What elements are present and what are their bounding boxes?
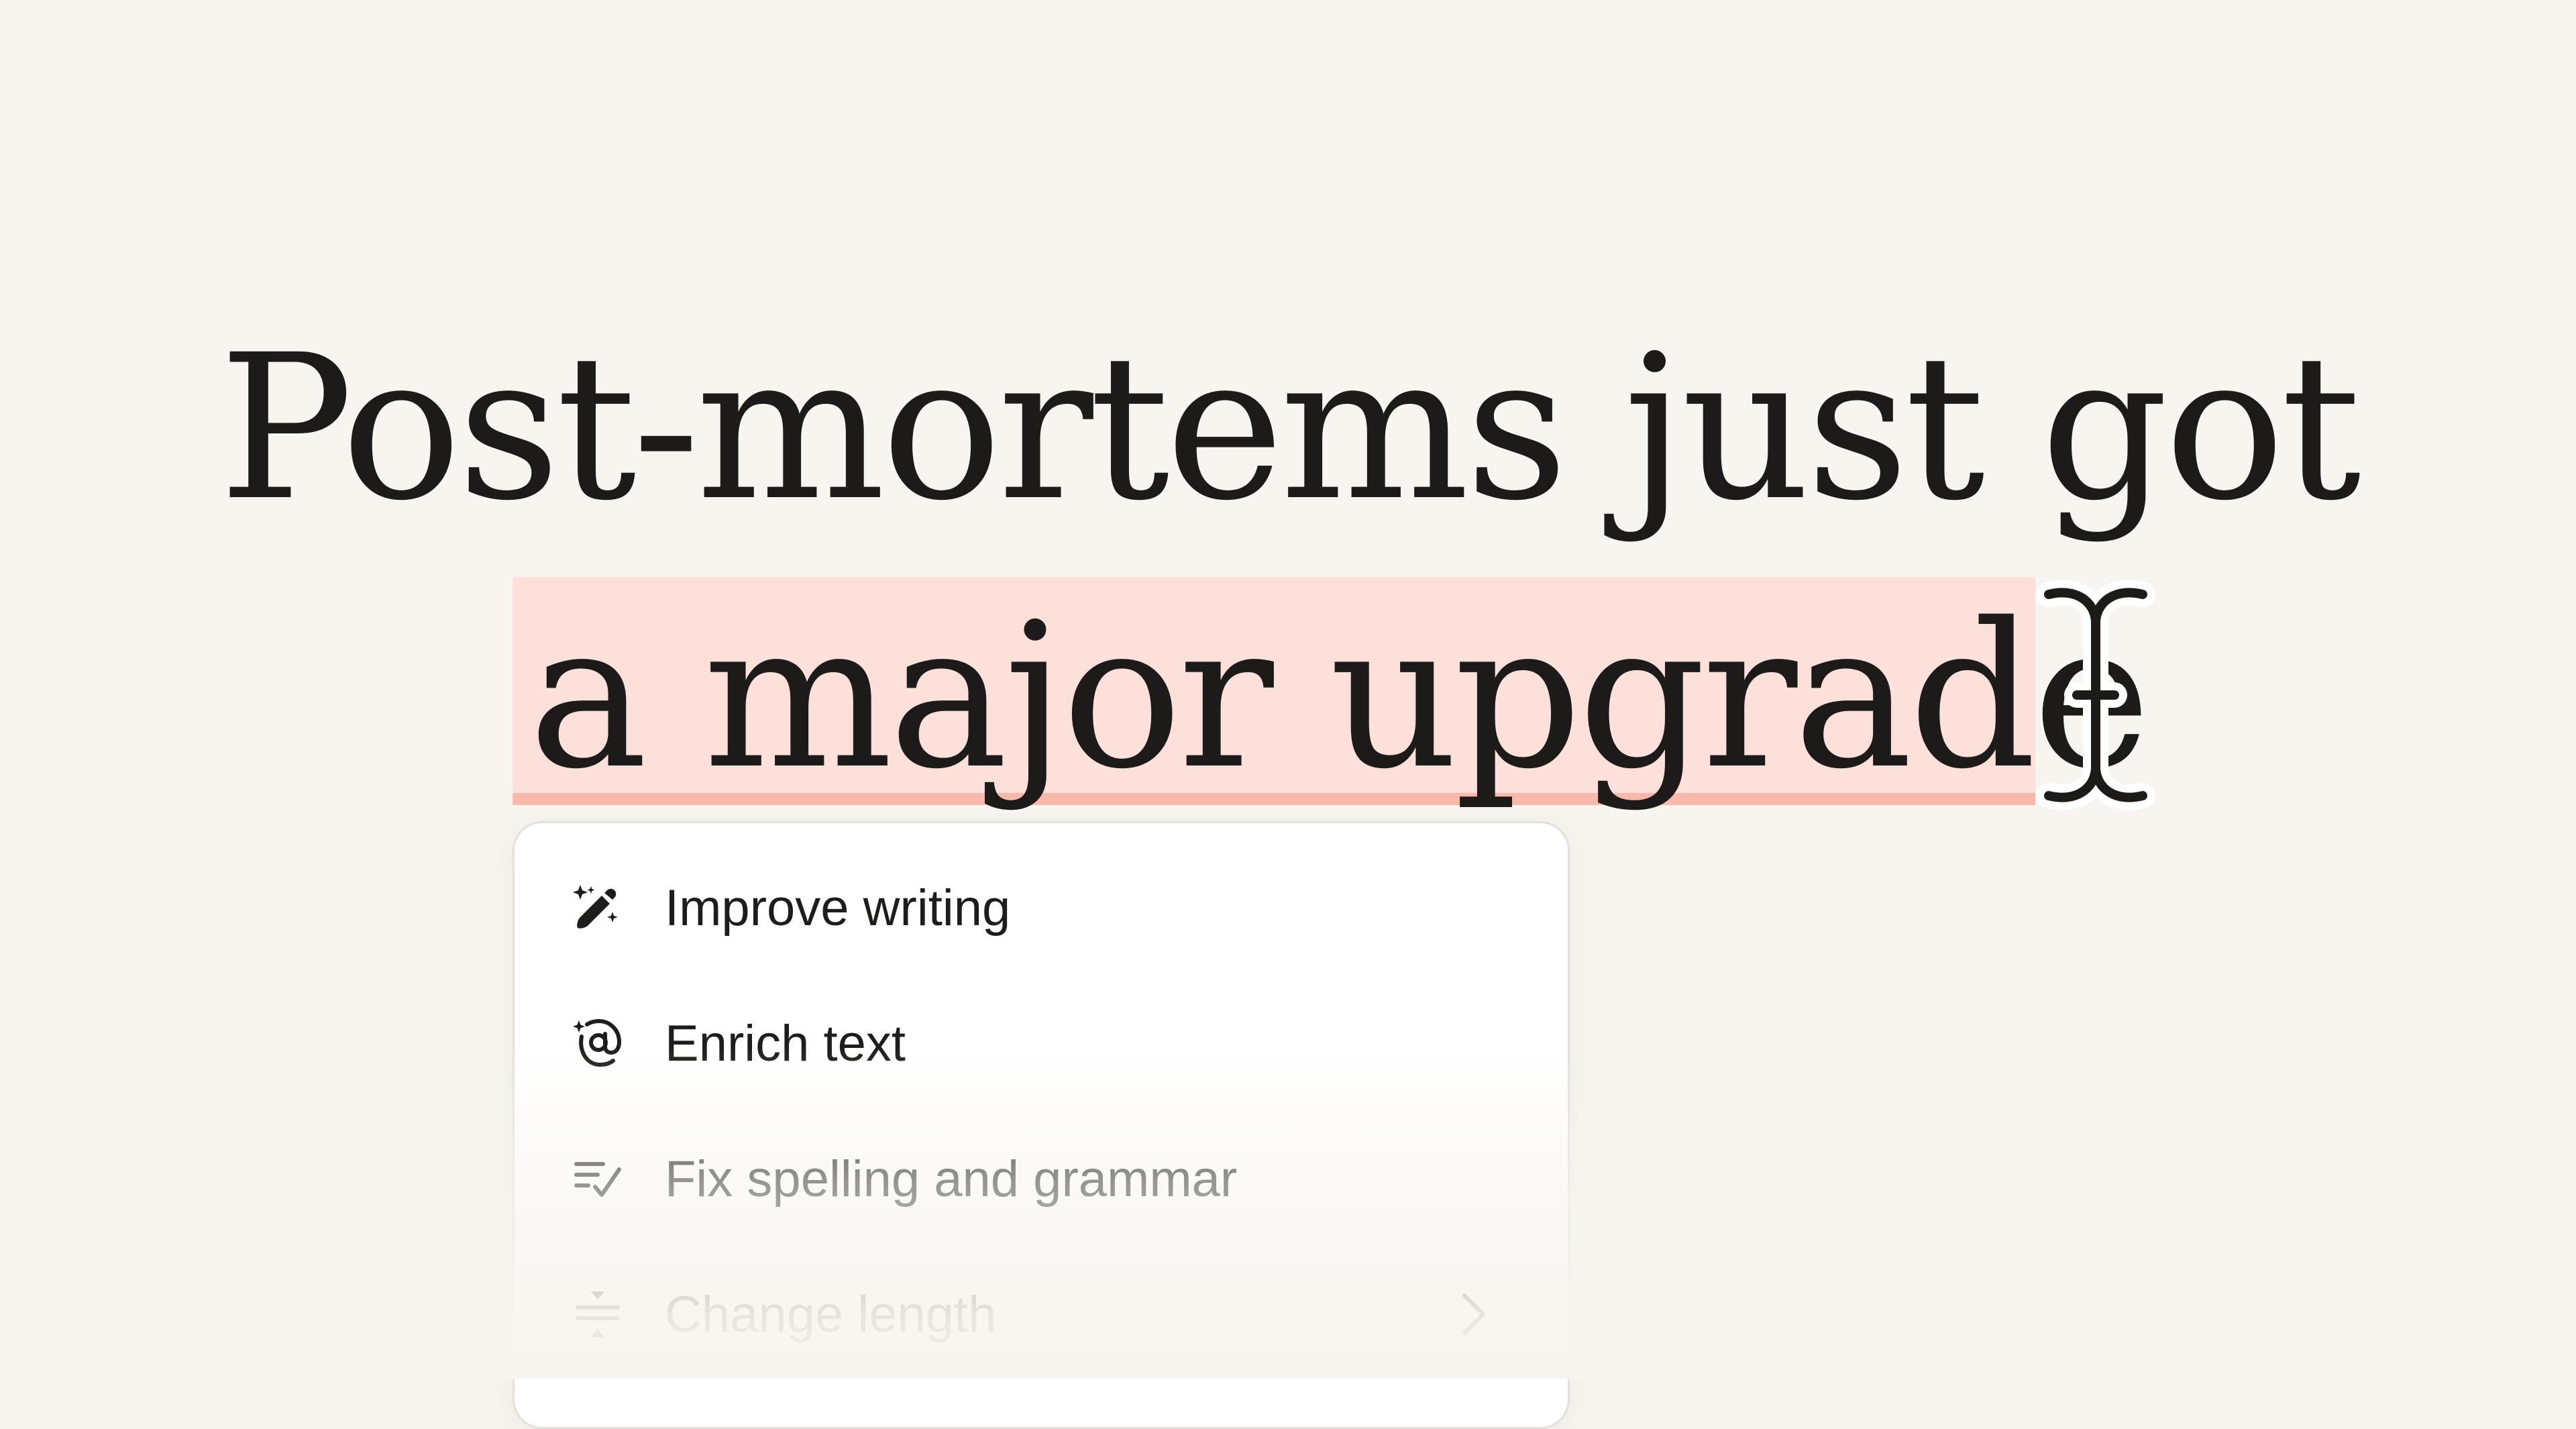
menu-item-label: Change length — [665, 1285, 997, 1343]
ai-actions-menu: Improve writing Enrich text Fix spelling… — [513, 821, 1570, 1429]
menu-item-improve-writing[interactable]: Improve writing — [515, 841, 1568, 975]
headline-line-2-selected[interactable]: a major upgrade — [513, 597, 2151, 797]
adjust-length-icon — [576, 1291, 620, 1337]
menu-item-label: Improve writing — [665, 879, 1011, 937]
headline-line-1: Post-mortems just got — [219, 312, 2361, 545]
menu-item-label: Enrich text — [665, 1014, 906, 1072]
sparkle-at-icon — [573, 1018, 622, 1067]
menu-item-label: Fix spelling and grammar — [665, 1150, 1238, 1208]
list-check-icon — [574, 1162, 621, 1197]
magic-pen-icon — [573, 885, 618, 929]
text-cursor-icon — [2036, 580, 2155, 810]
menu-item-change-length[interactable]: Change length — [515, 1247, 1568, 1381]
headline-line-2-container[interactable]: a major upgrade — [513, 577, 2151, 805]
chevron-right-icon — [1462, 1293, 1485, 1335]
menu-item-enrich-text[interactable]: Enrich text — [515, 976, 1568, 1110]
menu-item-fix-spelling-grammar[interactable]: Fix spelling and grammar — [515, 1112, 1568, 1246]
